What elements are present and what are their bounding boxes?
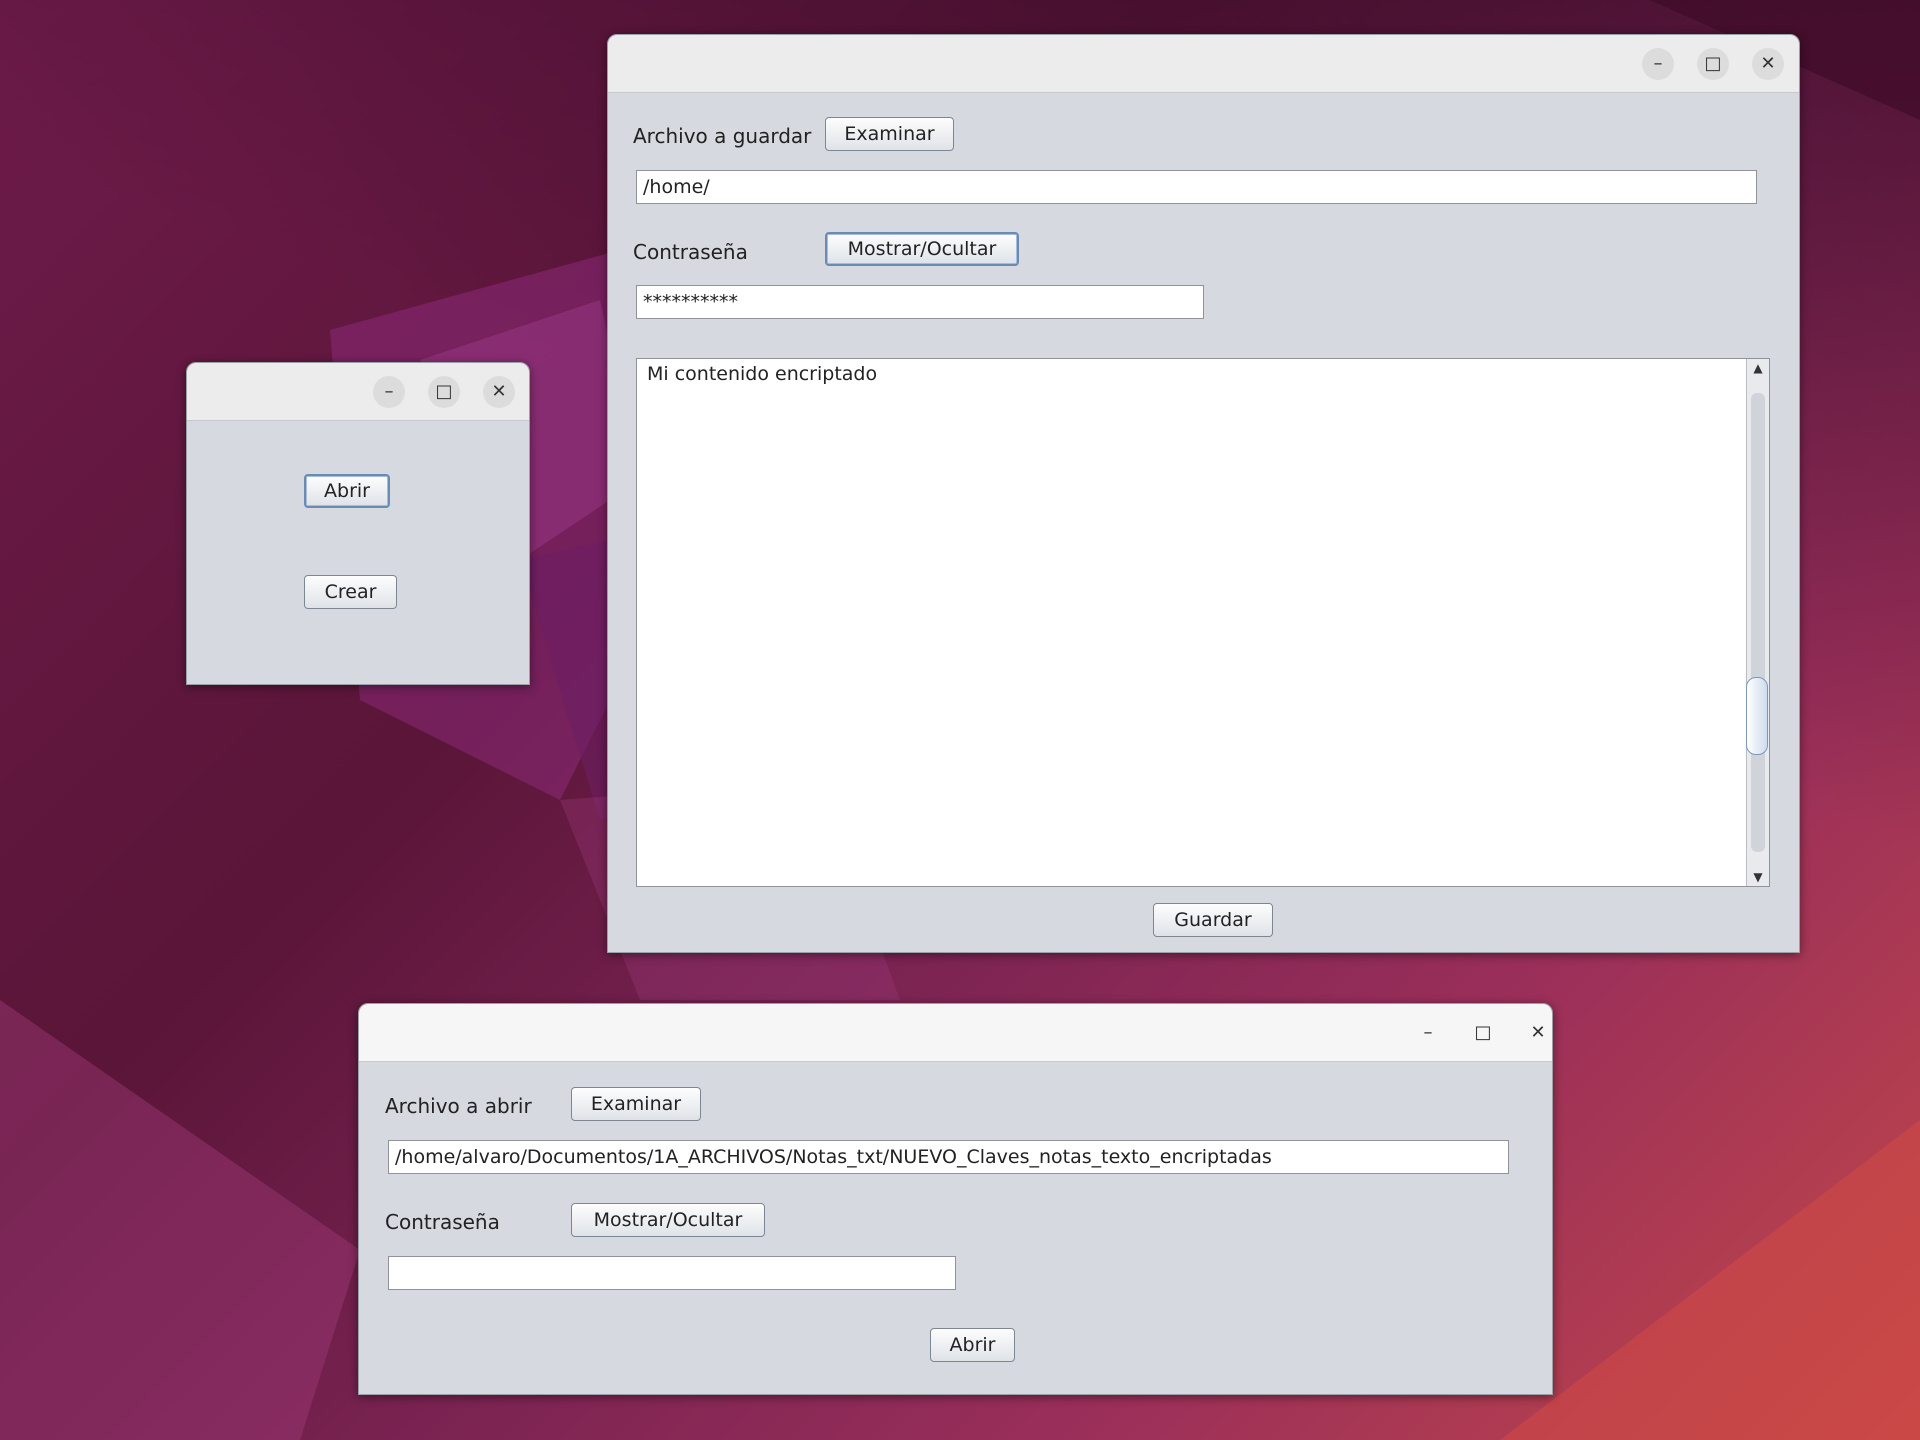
- browse-button[interactable]: Examinar: [825, 117, 954, 151]
- file-to-save-label: Archivo a guardar: [633, 124, 812, 148]
- open-titlebar[interactable]: – □ ✕: [359, 1004, 1552, 1062]
- show-hide-button[interactable]: Mostrar/Ocultar: [825, 232, 1019, 266]
- scroll-track[interactable]: [1751, 393, 1765, 852]
- password-label: Contraseña: [385, 1210, 500, 1234]
- open-button[interactable]: Abrir: [930, 1328, 1015, 1362]
- launcher-titlebar[interactable]: – □ ✕: [187, 363, 529, 421]
- file-to-open-label: Archivo a abrir: [385, 1094, 532, 1118]
- arrow-down-icon[interactable]: ▼: [1747, 870, 1769, 884]
- minimize-icon[interactable]: –: [1412, 1017, 1444, 1049]
- close-icon[interactable]: ✕: [1522, 1017, 1554, 1049]
- minimize-icon[interactable]: –: [373, 376, 405, 408]
- minimize-icon[interactable]: –: [1642, 48, 1674, 80]
- save-button[interactable]: Guardar: [1153, 903, 1273, 937]
- scroll-thumb[interactable]: [1746, 677, 1768, 755]
- password-label: Contraseña: [633, 240, 748, 264]
- open-window: – □ ✕ Archivo a abrir Examinar /home/alv…: [358, 1003, 1553, 1395]
- save-titlebar[interactable]: – □ ✕: [608, 35, 1799, 93]
- maximize-icon[interactable]: □: [1467, 1017, 1499, 1049]
- open-path-field[interactable]: /home/alvaro/Documentos/1A_ARCHIVOS/Nota…: [388, 1140, 1509, 1174]
- maximize-icon[interactable]: □: [428, 376, 460, 408]
- password-field[interactable]: [388, 1256, 956, 1290]
- vertical-scrollbar[interactable]: ▲ ▼: [1746, 359, 1769, 886]
- show-hide-button[interactable]: Mostrar/Ocultar: [571, 1203, 765, 1237]
- maximize-icon[interactable]: □: [1697, 48, 1729, 80]
- content-textarea[interactable]: Mi contenido encriptado ▲ ▼: [636, 358, 1770, 887]
- save-path-field[interactable]: /home/: [636, 170, 1757, 204]
- close-icon[interactable]: ✕: [483, 376, 515, 408]
- arrow-up-icon[interactable]: ▲: [1747, 361, 1769, 375]
- browse-button[interactable]: Examinar: [571, 1087, 701, 1121]
- create-button[interactable]: Crear: [304, 575, 397, 609]
- close-icon[interactable]: ✕: [1752, 48, 1784, 80]
- save-window: – □ ✕ Archivo a guardar Examinar /home/ …: [607, 34, 1800, 953]
- open-button[interactable]: Abrir: [304, 474, 390, 508]
- password-field[interactable]: **********: [636, 285, 1204, 319]
- launcher-window: – □ ✕ Abrir Crear: [186, 362, 530, 685]
- content-text: Mi contenido encriptado: [647, 363, 878, 385]
